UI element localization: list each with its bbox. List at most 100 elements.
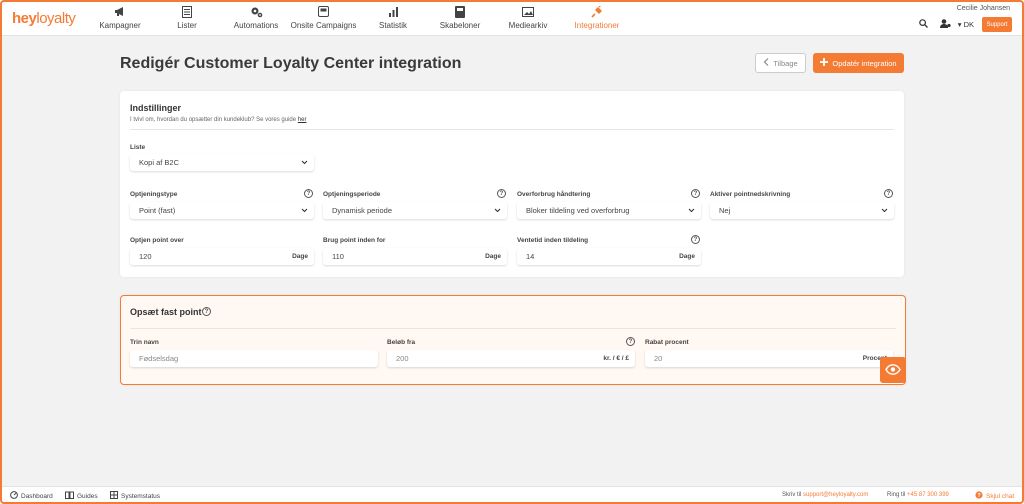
chevron-down-icon: [494, 207, 501, 214]
plug-icon: [590, 5, 604, 18]
back-button-label: Tilbage: [773, 58, 798, 68]
logo-text-hey: hey: [12, 10, 37, 27]
nav-label-skabeloner: Skabeloner: [439, 21, 481, 30]
nav-label-integrationer: Integrationer: [574, 21, 620, 30]
optjeningsperiode-value: Dynamisk periode: [332, 206, 393, 215]
heyloyalty-logo[interactable]: heyloyalty: [12, 10, 76, 27]
nav-item-integrationer[interactable]: Integrationer: [574, 0, 620, 36]
liste-label: Liste: [130, 144, 146, 151]
optjeningstype-label: Optjeningstype: [130, 191, 178, 198]
list-icon: [180, 5, 194, 18]
support-phone: +45 87 300 399: [907, 492, 949, 498]
nav-label-lister: Lister: [177, 21, 197, 30]
pointnedskrivning-select[interactable]: Nej: [710, 202, 894, 219]
help-icon[interactable]: ?: [884, 189, 893, 198]
chevron-left-icon: [763, 58, 769, 68]
window-icon: [317, 5, 331, 18]
question-circle-icon: ?: [975, 491, 983, 501]
ventetid-input[interactable]: 14 Dage: [517, 248, 701, 265]
help-icon[interactable]: ?: [626, 337, 635, 346]
help-icon[interactable]: ?: [691, 235, 700, 244]
megaphone-icon: [113, 5, 127, 18]
optjen-over-value: 120: [139, 252, 152, 261]
nav-item-skabeloner[interactable]: Skabeloner: [439, 0, 481, 36]
optjeningsperiode-label: Optjeningsperiode: [323, 191, 381, 198]
dashboard-icon: [10, 491, 18, 501]
language-label: DK: [963, 20, 974, 29]
ventetid-label: Ventetid inden tildeling: [517, 237, 589, 244]
gears-icon: [249, 5, 263, 18]
footer-email[interactable]: Skriv til support@heyloyalty.com: [782, 492, 868, 498]
image-icon: [521, 5, 535, 18]
beloeb-suffix: kr. / € / £: [603, 355, 629, 362]
preview-button[interactable]: [880, 357, 906, 383]
support-button[interactable]: Support: [982, 17, 1012, 32]
user-settings-icon[interactable]: [940, 19, 951, 30]
help-icon[interactable]: ?: [304, 189, 313, 198]
nav-item-onsite-campaigns[interactable]: Onsite Campaigns: [291, 0, 356, 36]
language-selector[interactable]: ▾ DK: [958, 20, 974, 29]
settings-card: Indstillinger I tvivl om, hvordan du ops…: [120, 91, 904, 277]
eye-icon: [885, 363, 901, 377]
footer-phone[interactable]: Ring til +45 87 300 399: [887, 492, 949, 498]
rabat-input[interactable]: 20 Procent: [645, 350, 893, 367]
ventetid-suffix: Dage: [679, 253, 695, 260]
beloeb-label: Beløb fra: [387, 339, 416, 346]
nav-item-lister[interactable]: Lister: [175, 0, 199, 36]
user-name: Cecilie Johansen: [956, 5, 1010, 12]
overforbrug-select[interactable]: Bloker tildeling ved overforbrug: [517, 202, 701, 219]
template-icon: [453, 5, 467, 18]
trin-navn-value: Fødselsdag: [139, 354, 179, 363]
update-integration-button[interactable]: Opdatér integration: [813, 53, 904, 73]
rabat-label: Rabat procent: [645, 339, 689, 346]
logo-text-loyalty: loyalty: [36, 10, 76, 27]
optjeningstype-value: Point (fast): [139, 206, 176, 215]
brug-inden-label: Brug point inden for: [323, 237, 386, 244]
footer: Dashboard Guides Systemstatus Skriv til …: [0, 486, 1024, 504]
chevron-down-icon: [688, 207, 695, 214]
optjen-over-input[interactable]: 120 Dage: [130, 248, 314, 265]
guide-link[interactable]: her: [298, 117, 307, 123]
search-icon[interactable]: [919, 19, 928, 30]
brug-inden-suffix: Dage: [485, 253, 501, 260]
support-email: support@heyloyalty.com: [803, 492, 869, 498]
brug-inden-value: 110: [332, 252, 344, 261]
settings-divider: [130, 129, 894, 130]
ventetid-value: 14: [526, 252, 535, 261]
hide-chat-label: Skjul chat: [986, 492, 1015, 500]
rabat-value: 20: [654, 354, 663, 363]
footer-systemstatus[interactable]: Systemstatus: [110, 491, 160, 501]
pointnedskrivning-value: Nej: [719, 206, 731, 215]
nav-item-mediearkiv[interactable]: Mediearkiv: [509, 0, 547, 36]
fast-point-divider: [130, 328, 896, 329]
footer-guides-label: Guides: [77, 492, 98, 500]
bar-chart-icon: [386, 5, 400, 18]
footer-dashboard[interactable]: Dashboard: [10, 491, 53, 501]
help-icon[interactable]: ?: [497, 189, 506, 198]
top-navigation: heyloyalty Kampagner Lister Automations …: [0, 0, 1024, 36]
footer-write-prefix: Skriv til: [782, 492, 802, 498]
update-button-label: Opdatér integration: [832, 58, 897, 68]
footer-systemstatus-label: Systemstatus: [121, 492, 161, 500]
plus-icon: [820, 58, 829, 68]
nav-item-statistik[interactable]: Statistik: [379, 0, 407, 36]
beloeb-input[interactable]: 200 kr. / € / £: [387, 350, 635, 367]
help-icon[interactable]: ?: [202, 307, 211, 316]
hide-chat-button[interactable]: ? Skjul chat: [975, 491, 1014, 501]
trin-navn-label: Trin navn: [130, 339, 159, 346]
overforbrug-label: Overforbrug håndtering: [517, 191, 591, 198]
optjeningstype-select[interactable]: Point (fast): [130, 202, 314, 219]
chevron-down-icon: [301, 207, 308, 214]
footer-guides[interactable]: Guides: [65, 491, 98, 501]
pointnedskrivning-label: Aktiver pointnedskrivning: [710, 191, 791, 198]
settings-subtitle: I tvivl om, hvordan du opsætter din kund…: [130, 117, 306, 123]
nav-item-automations[interactable]: Automations: [234, 0, 278, 36]
help-icon[interactable]: ?: [691, 189, 700, 198]
optjeningsperiode-select[interactable]: Dynamisk periode: [323, 202, 507, 219]
nav-item-kampagner[interactable]: Kampagner: [99, 0, 141, 36]
back-button[interactable]: Tilbage: [755, 53, 806, 73]
page-title: Redigér Customer Loyalty Center integrat…: [120, 55, 462, 72]
trin-navn-input[interactable]: Fødselsdag: [130, 350, 378, 367]
liste-select[interactable]: Kopi af B2C: [130, 154, 314, 171]
brug-inden-input[interactable]: 110 Dage: [323, 248, 507, 265]
